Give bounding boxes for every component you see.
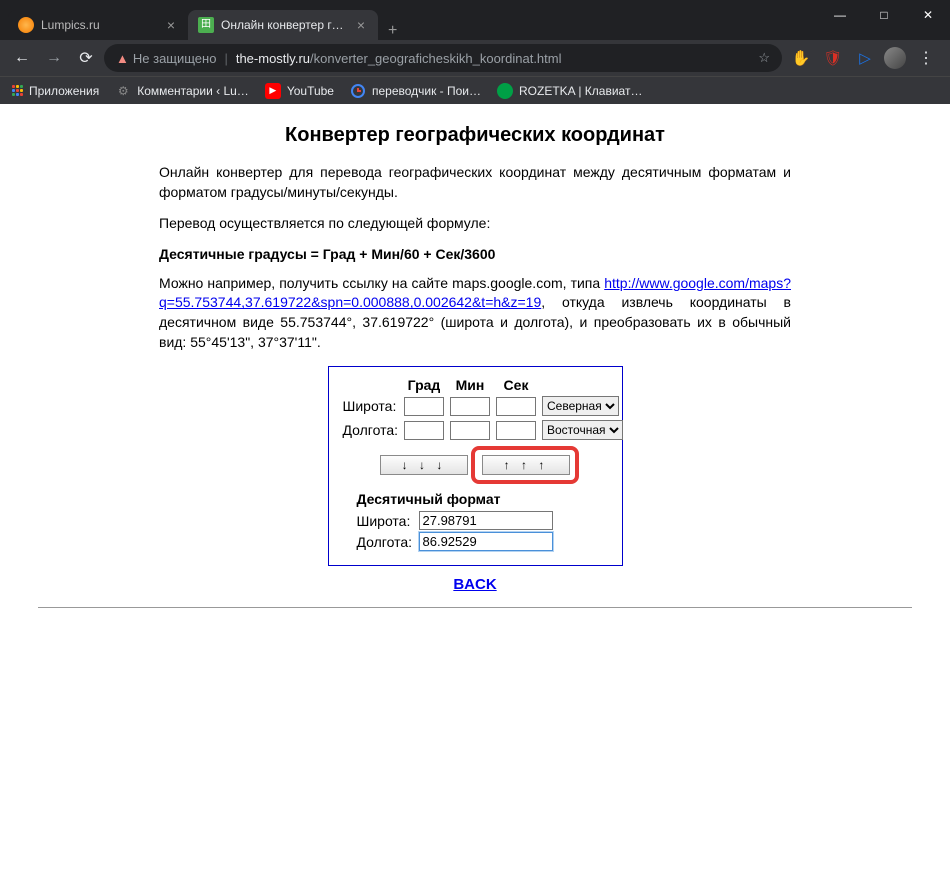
tab-converter[interactable]: 田 Онлайн конвертер географичес ×: [188, 10, 378, 40]
header-grad: Град: [402, 377, 446, 393]
security-indicator[interactable]: ▲ Не защищено: [116, 51, 216, 66]
lon-min-input[interactable]: [450, 421, 490, 440]
close-window-button[interactable]: ✕: [906, 0, 950, 30]
dec-lat-input[interactable]: [419, 511, 553, 530]
favicon-icon: 田: [198, 17, 214, 33]
header-min: Мин: [448, 377, 492, 393]
rozetka-icon: [497, 83, 513, 99]
tab-title: Онлайн конвертер географичес: [221, 18, 347, 32]
youtube-icon: ▶: [265, 83, 281, 99]
lon-sec-input[interactable]: [496, 421, 536, 440]
address-bar[interactable]: ▲ Не защищено | the-mostly.ru/konverter_…: [104, 44, 782, 72]
lat-direction-select[interactable]: Северная: [542, 396, 619, 416]
favicon-icon: [18, 17, 34, 33]
extension-icon[interactable]: ✋: [792, 49, 810, 67]
page-title: Конвертер географических координат: [159, 124, 791, 147]
convert-down-button[interactable]: ↓ ↓ ↓: [380, 455, 468, 475]
decimal-header: Десятичный формат: [357, 491, 612, 507]
extension-play-icon[interactable]: ▷: [856, 49, 874, 67]
bookmark-label: Приложения: [29, 84, 99, 98]
close-tab-icon[interactable]: ×: [354, 17, 368, 33]
apps-bookmark[interactable]: Приложения: [12, 84, 99, 98]
maximize-button[interactable]: □: [862, 0, 906, 30]
dec-lat-label: Широта:: [357, 513, 419, 529]
url-path: /konverter_geograficheskikh_koordinat.ht…: [310, 51, 561, 66]
tab-title: Lumpics.ru: [41, 18, 157, 32]
tab-lumpics[interactable]: Lumpics.ru ×: [8, 10, 188, 40]
bookmark-item[interactable]: ▶ YouTube: [265, 83, 334, 99]
lat-label: Широта:: [341, 395, 401, 417]
back-button[interactable]: ←: [8, 44, 36, 72]
reload-button[interactable]: ⟳: [72, 44, 100, 72]
bookmark-item[interactable]: ⚙ Комментарии ‹ Lu…: [115, 83, 249, 99]
converter-box: Град Мин Сек Широта: Северная Долгота:: [328, 366, 623, 566]
google-icon: [350, 83, 366, 99]
extension-shield-icon[interactable]: 🛡: [824, 49, 842, 67]
bookmark-item[interactable]: ROZETKA | Клавиат…: [497, 83, 642, 99]
new-tab-button[interactable]: +: [378, 22, 407, 40]
url-host: the-mostly.ru: [236, 51, 310, 66]
page-viewport[interactable]: Конвертер географических координат Онлай…: [0, 104, 950, 894]
intro-paragraph: Онлайн конвертер для перевода географиче…: [159, 163, 791, 202]
bookmark-label: переводчик - Пои…: [372, 84, 481, 98]
lon-label: Долгота:: [341, 419, 401, 441]
convert-up-button[interactable]: ↑ ↑ ↑: [482, 455, 570, 475]
bookmark-star-icon[interactable]: ☆: [758, 50, 770, 66]
bookmark-label: Комментарии ‹ Lu…: [137, 84, 249, 98]
divider: [38, 607, 912, 608]
browser-menu-button[interactable]: ⋮: [910, 48, 942, 68]
back-link[interactable]: BACK: [159, 576, 791, 593]
lat-grad-input[interactable]: [404, 397, 444, 416]
header-sec: Сек: [494, 377, 538, 393]
lat-min-input[interactable]: [450, 397, 490, 416]
lon-grad-input[interactable]: [404, 421, 444, 440]
formula-intro: Перевод осуществляется по следующей форм…: [159, 214, 791, 234]
dec-lon-input[interactable]: [419, 532, 553, 551]
gear-icon: ⚙: [115, 83, 131, 99]
bookmark-label: YouTube: [287, 84, 334, 98]
dec-lon-label: Долгота:: [357, 534, 419, 550]
forward-button[interactable]: →: [40, 44, 68, 72]
profile-avatar[interactable]: [884, 47, 906, 69]
warning-icon: ▲: [116, 51, 129, 66]
bookmark-label: ROZETKA | Клавиат…: [519, 84, 642, 98]
close-tab-icon[interactable]: ×: [164, 17, 178, 33]
bookmark-item[interactable]: переводчик - Пои…: [350, 83, 481, 99]
lat-sec-input[interactable]: [496, 397, 536, 416]
lon-direction-select[interactable]: Восточная: [542, 420, 623, 440]
security-text: Не защищено: [133, 51, 217, 66]
apps-icon: [12, 85, 23, 96]
formula-text: Десятичные градусы = Град + Мин/60 + Сек…: [159, 246, 791, 262]
minimize-button[interactable]: —: [818, 0, 862, 30]
example-paragraph: Можно например, получить ссылку на сайте…: [159, 274, 791, 352]
